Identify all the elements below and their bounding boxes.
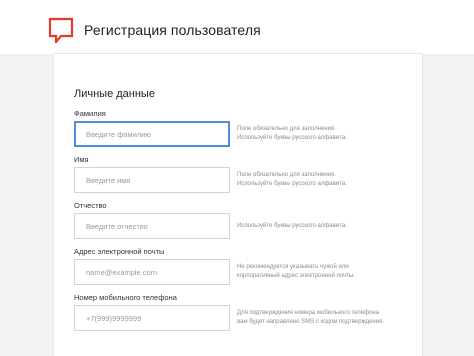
surname-label: Фамилия bbox=[74, 109, 106, 118]
patronymic-hint-line1: Используйте буквы русского алфавита. bbox=[237, 223, 347, 229]
first-name-hint: Поле обязательно для заполнения. Использ… bbox=[237, 171, 407, 188]
phone-input[interactable] bbox=[74, 305, 230, 331]
speech-bubble-icon bbox=[48, 17, 74, 43]
patronymic-hint: Используйте буквы русского алфавита. bbox=[237, 222, 407, 231]
first-name-input[interactable] bbox=[74, 167, 230, 193]
email-hint-line1: Не рекомендуется указывать чужой или bbox=[237, 264, 349, 270]
first-name-label: Имя bbox=[74, 155, 89, 164]
patronymic-input[interactable] bbox=[74, 213, 230, 239]
section-title: Личные данные bbox=[74, 88, 155, 100]
phone-hint: Для подтверждения номера мобильного теле… bbox=[237, 309, 407, 326]
surname-hint: Поле обязательно для заполнения. Использ… bbox=[237, 125, 407, 142]
page-title: Регистрация пользователя bbox=[84, 22, 261, 38]
phone-hint-line1: Для подтверждения номера мобильного теле… bbox=[237, 310, 380, 316]
patronymic-label: Отчество bbox=[74, 201, 107, 210]
email-hint-line2: корпоративный адрес электронной почты. bbox=[237, 272, 355, 279]
surname-input[interactable] bbox=[74, 121, 230, 147]
first-name-hint-line2: Используйте буквы русского алфавита. bbox=[237, 180, 347, 187]
email-hint: Не рекомендуется указывать чужой или кор… bbox=[237, 263, 407, 280]
first-name-hint-line1: Поле обязательно для заполнения. bbox=[237, 172, 336, 178]
email-label: Адрес электронной почты bbox=[74, 247, 165, 256]
phone-label: Номер мобильного телефона bbox=[74, 293, 177, 302]
email-input[interactable] bbox=[74, 259, 230, 285]
surname-hint-line2: Используйте буквы русского алфавита. bbox=[237, 134, 347, 141]
surname-hint-line1: Поле обязательно для заполнения. bbox=[237, 126, 336, 132]
phone-hint-line2: вам будет направлено SMS с кодом подтвер… bbox=[237, 318, 384, 325]
page-header: Регистрация пользователя bbox=[0, 0, 474, 54]
